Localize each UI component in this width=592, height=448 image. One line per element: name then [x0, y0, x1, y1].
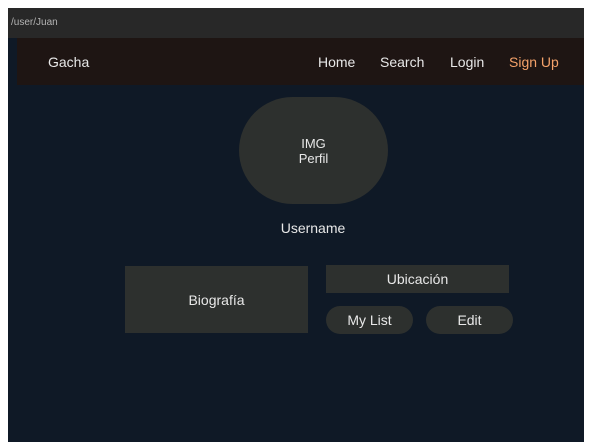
profile-image-label-line1: IMG — [301, 135, 326, 151]
biography-label: Biografía — [188, 291, 245, 308]
location-label: Ubicación — [386, 271, 449, 287]
app-frame: /user/Juan Gacha Home Search Login Sign … — [8, 8, 584, 442]
address-bar: /user/Juan — [8, 8, 584, 38]
location-box: Ubicación — [326, 265, 509, 293]
nav-home-link[interactable]: Home — [318, 54, 355, 70]
my-list-button[interactable]: My List — [326, 306, 413, 334]
my-list-button-label: My List — [347, 312, 392, 328]
edit-button-label: Edit — [457, 312, 482, 328]
biography-box: Biografía — [125, 266, 308, 333]
nav-login-link[interactable]: Login — [450, 54, 484, 70]
profile-image-label-line2: Perfil — [298, 150, 329, 166]
profile-image-placeholder: IMG Perfil — [239, 97, 388, 204]
nav-signup-link[interactable]: Sign Up — [509, 54, 559, 70]
edit-button[interactable]: Edit — [426, 306, 513, 334]
brand-logo-link[interactable]: Gacha — [48, 54, 89, 70]
top-navbar: Gacha Home Search Login Sign Up — [17, 38, 584, 85]
username-label: Username — [280, 220, 346, 236]
nav-search-link[interactable]: Search — [380, 54, 424, 70]
route-path: /user/Juan — [11, 17, 58, 28]
